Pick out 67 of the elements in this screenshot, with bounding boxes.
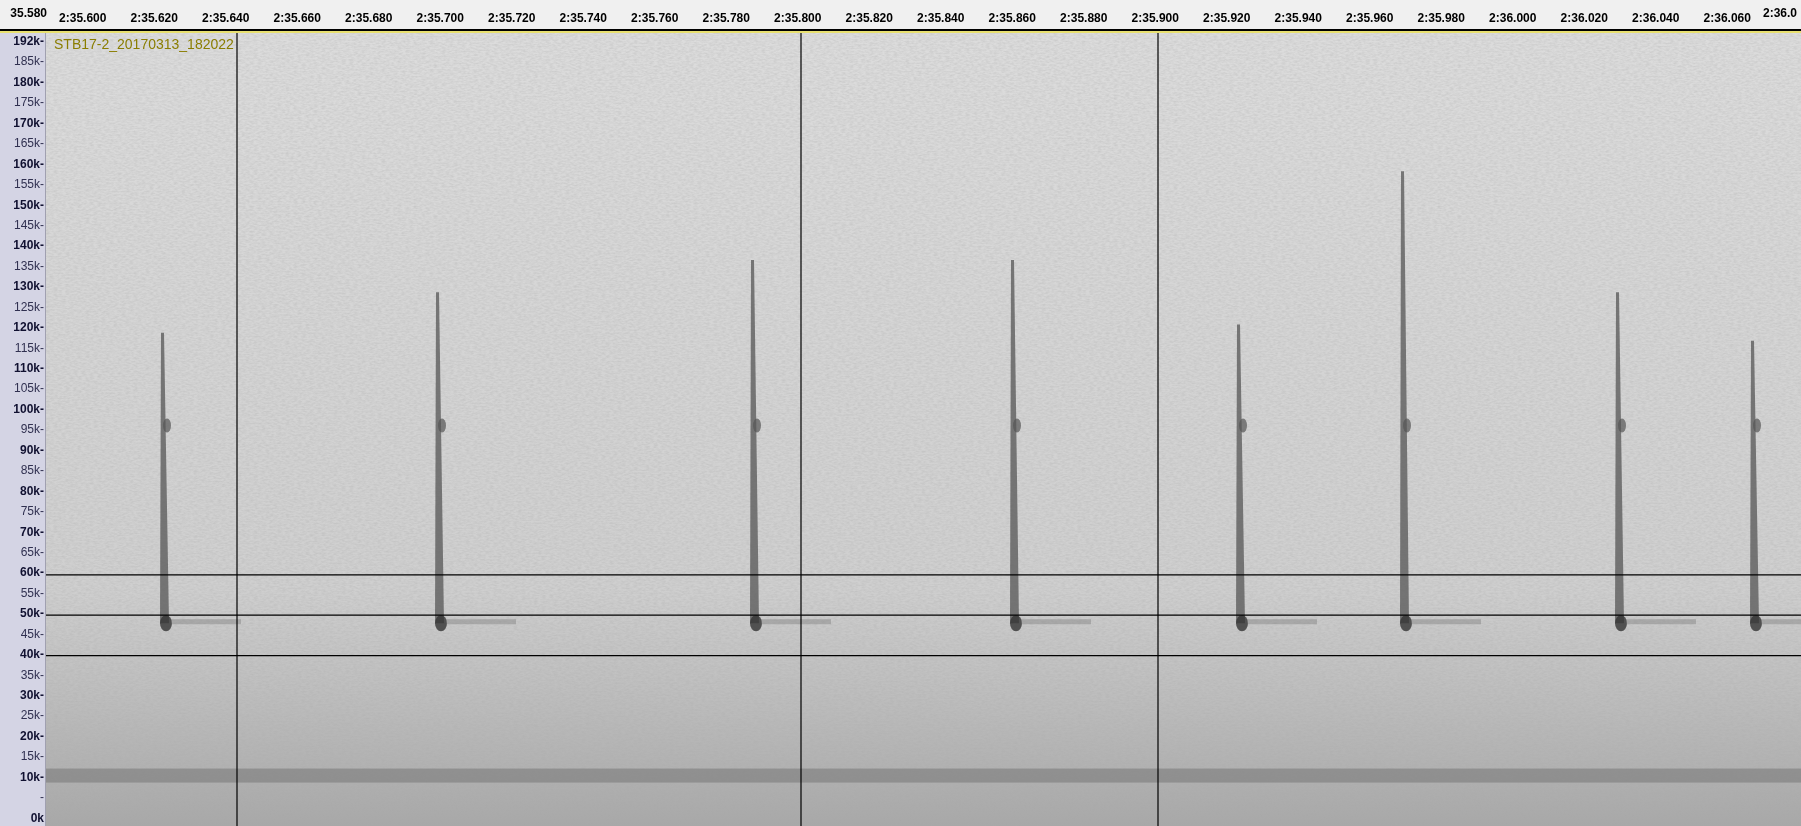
frequency-label: 135k- [13, 259, 44, 272]
spectrogram[interactable]: STB17-2_20170313_182022 [46, 33, 1801, 826]
frequency-label: 80k- [19, 484, 44, 497]
time-label: 2:36.040 [1632, 12, 1680, 24]
time-label: 2:35.740 [559, 12, 607, 24]
frequency-label: 155k- [13, 178, 44, 191]
frequency-label: 70k- [19, 525, 44, 538]
time-label: 2:36.060 [1703, 12, 1751, 24]
time-label: 2:36.000 [1489, 12, 1537, 24]
frequency-label: 75k- [20, 505, 44, 518]
frequency-label: 60k- [19, 566, 44, 579]
time-label: 2:35.820 [845, 12, 893, 24]
frequency-label: 90k- [19, 443, 44, 456]
time-label: 2:35.620 [130, 12, 178, 24]
frequency-label: 130k- [13, 280, 44, 293]
frequency-label: 0k [30, 811, 44, 824]
time-label: 2:35.860 [988, 12, 1036, 24]
track-name: STB17-2_20170313_182022 [54, 35, 234, 54]
frequency-label: - [40, 791, 44, 804]
frequency-label: 110k- [13, 362, 44, 374]
frequency-label: 160k- [13, 157, 44, 170]
time-label: 2:35.720 [488, 12, 536, 24]
frequency-label: 65k- [20, 545, 44, 558]
frequency-label: 115k- [14, 341, 44, 354]
frequency-label: 20k- [19, 729, 44, 742]
time-label: 2:35.760 [631, 12, 679, 24]
time-label: 35.580 [10, 7, 47, 19]
time-label: 2:35.680 [345, 12, 393, 24]
frequency-label: 125k- [13, 300, 44, 313]
time-label: 2:36.020 [1560, 12, 1608, 24]
time-label: 2:35.700 [416, 12, 464, 24]
time-label: 2:35.980 [1417, 12, 1465, 24]
frequency-label: 10k- [19, 770, 44, 783]
frequency-label: 50k- [19, 607, 44, 620]
frequency-label: 40k- [19, 648, 44, 661]
frequency-label: 170k- [13, 116, 44, 129]
frequency-label: 192k- [13, 35, 44, 47]
frequency-label: 105k- [13, 382, 44, 395]
time-label: 2:35.900 [1131, 12, 1179, 24]
frequency-label: 85k- [20, 464, 44, 477]
frequency-label: 35k- [20, 668, 44, 681]
frequency-label: 100k- [13, 402, 44, 415]
frequency-label: 25k- [20, 709, 44, 722]
frequency-label: 30k- [19, 689, 44, 701]
frequency-label: 165k- [13, 137, 44, 150]
frequency-label: 175k- [13, 96, 44, 109]
time-label: 2:35.800 [774, 12, 822, 24]
frequency-label: 95k- [20, 423, 44, 436]
time-label: 2:35.840 [917, 12, 965, 24]
time-label: 2:35.600 [59, 12, 107, 24]
time-label: 2:35.940 [1274, 12, 1322, 24]
time-label: 2:36.0 [1763, 7, 1798, 19]
time-label: 2:35.960 [1346, 12, 1394, 24]
frequency-label: 150k- [13, 198, 44, 211]
frequency-label: 55k- [20, 586, 44, 599]
frequency-label: 15k- [20, 750, 44, 763]
time-label: 2:35.640 [202, 12, 250, 24]
time-label: 2:35.780 [702, 12, 750, 24]
frequency-label: 185k- [13, 55, 44, 68]
frequency-label: 45k- [20, 627, 44, 640]
time-label: 2:35.880 [1060, 12, 1108, 24]
frequency-label: 145k- [13, 218, 44, 231]
time-label: 2:35.920 [1203, 12, 1251, 24]
frequency-label: 120k- [13, 321, 44, 334]
time-label: 2:35.660 [273, 12, 321, 24]
frequency-label: 140k- [13, 239, 44, 252]
frequency-label: 180k- [13, 75, 44, 88]
